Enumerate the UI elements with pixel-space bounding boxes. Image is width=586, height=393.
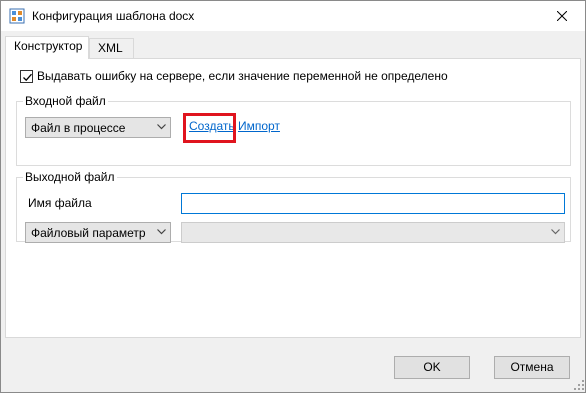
dialog-window: Конфигурация шаблона docx Конструктор XM… [0, 0, 586, 393]
param-type-dropdown[interactable]: Файловый параметр [25, 222, 171, 243]
chevron-down-icon [157, 124, 166, 130]
filename-label: Имя файла [28, 196, 92, 210]
input-file-group-title: Входной файл [23, 94, 108, 108]
param-type-value: Файловый параметр [31, 226, 146, 240]
output-file-group-title: Выходной файл [23, 170, 117, 184]
error-checkbox-label: Выдавать ошибку на сервере, если значени… [37, 69, 448, 83]
chevron-down-icon [551, 229, 560, 235]
cancel-button[interactable]: Отмена [494, 356, 570, 379]
resize-grip[interactable] [573, 379, 585, 391]
close-button[interactable] [539, 1, 585, 31]
tab-panel-constructor: Выдавать ошибку на сервере, если значени… [5, 58, 581, 338]
input-source-value: Файл в процессе [31, 121, 126, 135]
close-icon [557, 11, 567, 21]
tab-constructor[interactable]: Конструктор [5, 36, 89, 59]
error-checkbox[interactable] [20, 70, 33, 83]
input-file-group: Входной файл Файл в процессе Создать Имп… [16, 94, 571, 166]
output-file-group: Выходной файл Имя файла Файловый парамет… [16, 170, 571, 243]
docx-template-icon [9, 8, 25, 24]
chevron-down-icon [157, 229, 166, 235]
checkmark-icon [23, 73, 32, 82]
title-bar[interactable]: Конфигурация шаблона docx [1, 1, 585, 31]
tab-xml[interactable]: XML [89, 38, 134, 59]
import-link[interactable]: Импорт [238, 119, 280, 133]
window-title: Конфигурация шаблона docx [32, 9, 195, 23]
param-value-dropdown[interactable] [181, 222, 565, 243]
input-source-dropdown[interactable]: Файл в процессе [25, 117, 171, 138]
highlight-frame [183, 113, 236, 143]
ok-button[interactable]: OK [394, 356, 470, 379]
filename-input[interactable] [181, 193, 565, 214]
